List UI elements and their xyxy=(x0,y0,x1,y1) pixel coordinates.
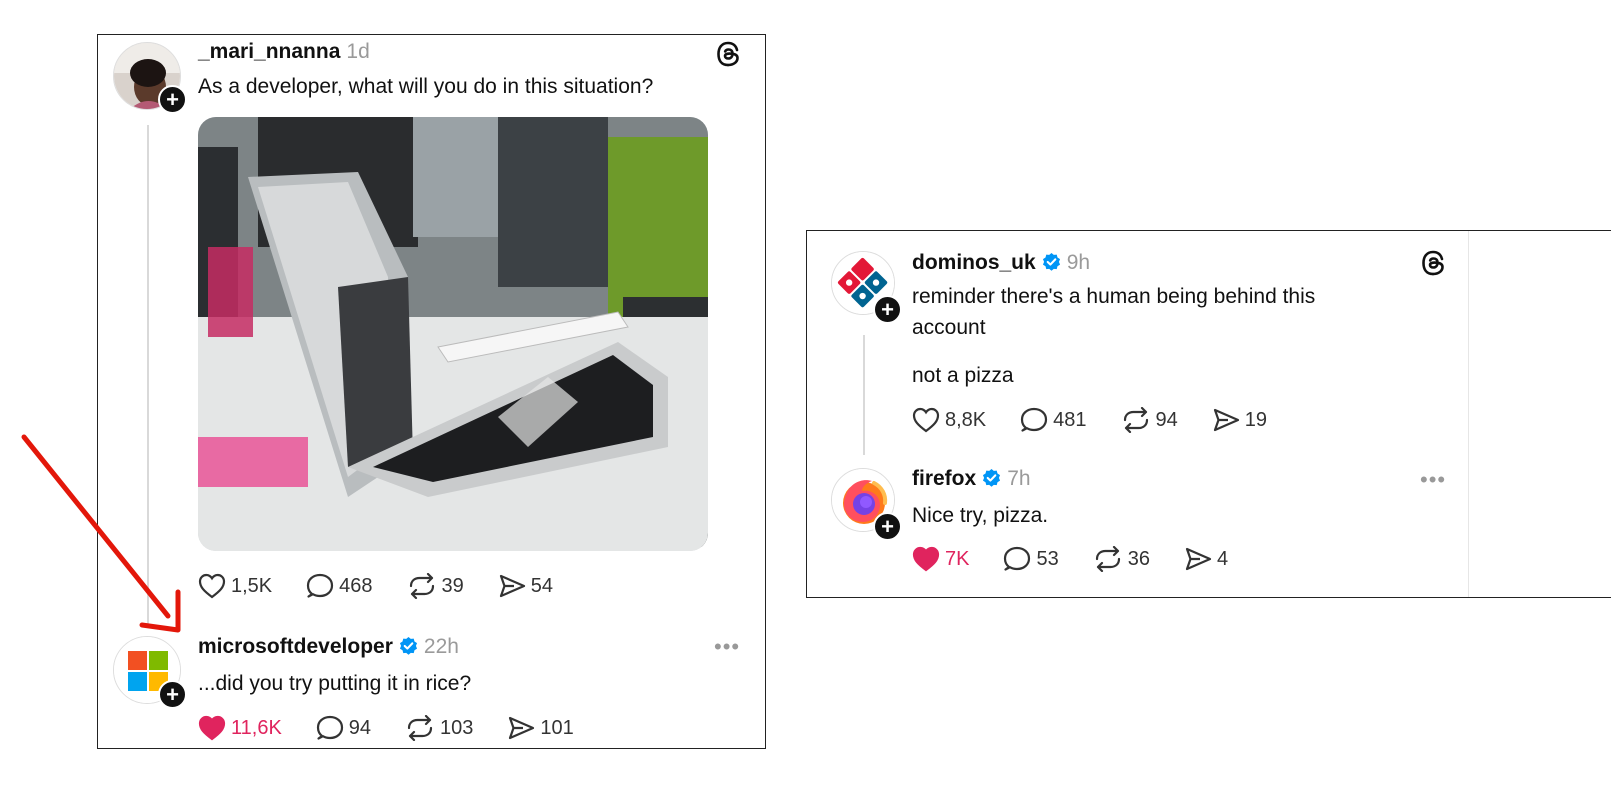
share-icon xyxy=(509,716,535,740)
post-time: 1d xyxy=(346,40,370,63)
threads-logo-icon xyxy=(1421,250,1445,281)
repost-icon xyxy=(1123,407,1148,433)
share-button[interactable]: 54 xyxy=(498,573,553,599)
reply-icon xyxy=(1021,407,1048,432)
post-actions: 8,8K 481 94 19 xyxy=(912,407,1301,433)
repost-button[interactable]: 39 xyxy=(407,573,464,599)
repost-icon xyxy=(409,573,434,599)
more-icon[interactable]: ••• xyxy=(714,634,740,660)
share-button[interactable]: 19 xyxy=(1212,407,1267,433)
like-button[interactable]: 7K xyxy=(912,546,969,572)
verified-icon xyxy=(399,636,417,655)
reply-icon xyxy=(307,573,334,598)
more-icon[interactable]: ••• xyxy=(1420,467,1446,493)
like-count: 8,8K xyxy=(945,408,987,431)
like-count: 1,5K xyxy=(231,574,273,597)
follow-plus-icon[interactable]: + xyxy=(873,512,902,541)
repost-button[interactable]: 103 xyxy=(405,715,473,741)
repost-count: 94 xyxy=(1155,408,1178,431)
panel-divider xyxy=(1468,231,1469,597)
threads-logo-icon xyxy=(716,41,740,72)
reply-icon xyxy=(1004,546,1031,571)
share-count: 19 xyxy=(1244,408,1268,431)
reply-text: Nice try, pizza. xyxy=(912,504,1049,527)
reply-button[interactable]: 94 xyxy=(316,715,371,741)
repost-button[interactable]: 94 xyxy=(1121,407,1178,433)
post-text-line2: account xyxy=(912,316,986,339)
share-icon xyxy=(1213,408,1239,432)
username-text[interactable]: dominos_uk xyxy=(912,251,1036,274)
repost-icon xyxy=(1095,546,1120,572)
reply-button[interactable]: 481 xyxy=(1020,407,1087,433)
like-button[interactable]: 11,6K xyxy=(198,715,282,741)
reply-username[interactable]: microsoftdeveloper 22h xyxy=(198,635,459,659)
verified-icon xyxy=(983,468,1001,487)
like-count: 7K xyxy=(945,547,970,570)
post-time: 9h xyxy=(1066,251,1091,274)
reply-actions: 11,6K 94 103 101 xyxy=(198,715,608,741)
post-text-para2: not a pizza xyxy=(912,364,1014,387)
reply-count: 468 xyxy=(339,574,373,597)
post-image-broken-laptop[interactable] xyxy=(198,117,708,551)
post-actions: 1,5K 468 39 54 xyxy=(198,573,587,599)
reply-actions: 7K 53 36 4 xyxy=(912,546,1262,572)
reply-button[interactable]: 468 xyxy=(306,573,373,599)
reply-icon xyxy=(316,715,343,740)
repost-count: 103 xyxy=(440,716,474,739)
follow-plus-icon[interactable]: + xyxy=(158,680,187,709)
thread-line xyxy=(863,335,865,455)
share-button[interactable]: 4 xyxy=(1184,546,1228,572)
repost-button[interactable]: 36 xyxy=(1093,546,1150,572)
red-arrow-annotation xyxy=(21,434,181,633)
post-username[interactable]: _mari_nnanna 1d xyxy=(198,40,370,64)
reply-text: ...did you try putting it in rice? xyxy=(198,672,472,695)
heart-icon xyxy=(198,573,226,599)
heart-icon xyxy=(198,715,226,741)
repost-icon xyxy=(407,715,433,741)
share-count: 54 xyxy=(530,574,554,597)
like-count: 11,6K xyxy=(231,716,282,739)
like-button[interactable]: 8,8K xyxy=(912,407,986,433)
reply-username[interactable]: firefox 7h xyxy=(912,467,1031,491)
share-count: 4 xyxy=(1216,547,1229,570)
reply-count: 53 xyxy=(1036,547,1059,570)
reply-count: 94 xyxy=(348,716,372,739)
share-count: 101 xyxy=(540,716,574,739)
like-button[interactable]: 1,5K xyxy=(198,573,272,599)
post-text-line1: reminder there's a human being behind th… xyxy=(912,285,1316,308)
post-text: As a developer, what will you do in this… xyxy=(198,75,654,98)
repost-count: 36 xyxy=(1127,547,1150,570)
heart-icon xyxy=(912,546,940,572)
reply-time: 7h xyxy=(1007,467,1031,490)
reply-time: 22h xyxy=(423,635,459,658)
share-button[interactable]: 101 xyxy=(507,715,574,741)
right-screenshot-panel: + dominos_uk 9h reminder there's a human … xyxy=(806,230,1611,598)
verified-icon xyxy=(1042,252,1060,271)
username-text[interactable]: _mari_nnanna xyxy=(198,40,340,63)
heart-icon xyxy=(912,407,940,433)
repost-count: 39 xyxy=(441,574,464,597)
follow-plus-icon[interactable]: + xyxy=(873,295,902,324)
post-username[interactable]: dominos_uk 9h xyxy=(912,251,1090,275)
username-text[interactable]: firefox xyxy=(912,467,976,490)
reply-button[interactable]: 53 xyxy=(1003,546,1059,572)
reply-count: 481 xyxy=(1053,408,1087,431)
username-text[interactable]: microsoftdeveloper xyxy=(198,635,393,658)
share-icon xyxy=(1185,547,1212,571)
share-icon xyxy=(499,574,525,598)
